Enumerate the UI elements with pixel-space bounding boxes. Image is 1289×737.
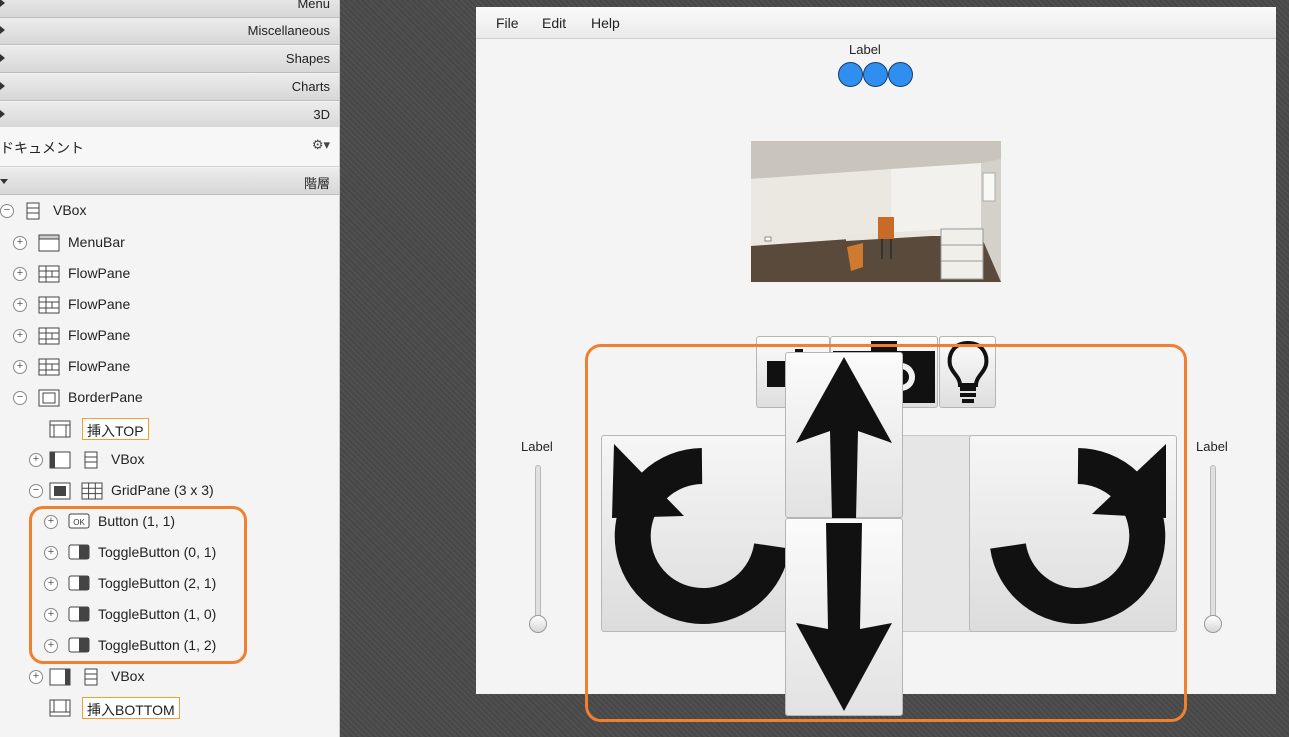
tree-item-vbox-root[interactable]: − VBox: [0, 196, 339, 226]
borderpane-bottom-icon: [49, 699, 71, 717]
flowpane-icon: [38, 358, 60, 376]
borderpane-right-icon: [49, 668, 71, 686]
tree-label: VBox: [111, 451, 145, 467]
section-label: Shapes: [285, 51, 330, 66]
library-section-miscellaneous[interactable]: Miscellaneous: [0, 18, 339, 45]
tree-label: MenuBar: [68, 234, 125, 250]
insert-top-placeholder[interactable]: 挿入TOP: [82, 418, 149, 440]
tree-label: BorderPane: [68, 389, 143, 405]
collapse-icon[interactable]: −: [0, 204, 14, 218]
tree-item-flowpane[interactable]: + FlowPane: [0, 352, 339, 382]
menu-file[interactable]: File: [496, 15, 519, 31]
document-title: ドキュメント: [0, 140, 84, 156]
tree-item-gridpane[interactable]: − GridPane (3 x 3): [0, 476, 339, 506]
circle-indicator: [838, 62, 863, 87]
menu-edit[interactable]: Edit: [542, 15, 566, 31]
tree-label: VBox: [53, 202, 87, 218]
library-section-menu[interactable]: Menu: [0, 0, 339, 18]
vbox-icon: [26, 202, 40, 220]
circle-indicator: [888, 62, 913, 87]
collapse-icon[interactable]: −: [29, 484, 43, 498]
menubar-icon: [38, 234, 60, 252]
document-header: ドキュメント ⚙▾: [0, 127, 339, 167]
top-label: Label: [849, 42, 881, 57]
collapse-arrow-icon: [0, 179, 8, 184]
flowpane-icon: [38, 265, 60, 283]
flowpane-icon: [38, 296, 60, 314]
menu-bar: File Edit Help: [476, 7, 1276, 39]
expand-arrow-icon: [0, 26, 5, 34]
expand-icon[interactable]: +: [13, 329, 27, 343]
tree-label: FlowPane: [68, 358, 131, 374]
expand-arrow-icon: [0, 110, 5, 118]
collapse-icon[interactable]: −: [13, 391, 27, 405]
tree-item-flowpane[interactable]: + FlowPane: [0, 259, 339, 289]
gridpane-icon: [81, 482, 103, 500]
tree-item-vbox-left[interactable]: + VBox: [0, 445, 339, 475]
room-photo: [751, 141, 1001, 282]
expand-icon[interactable]: +: [13, 267, 27, 281]
tree-item-borderpane[interactable]: − BorderPane: [0, 383, 339, 413]
expand-icon[interactable]: +: [13, 236, 27, 250]
circle-indicator: [863, 62, 888, 87]
menu-help[interactable]: Help: [591, 15, 620, 31]
section-label: Charts: [291, 79, 330, 94]
tree-label: FlowPane: [68, 296, 131, 312]
library-section-3d[interactable]: 3D: [0, 102, 339, 129]
right-slider-label: Label: [1196, 439, 1228, 454]
insert-bottom-placeholder[interactable]: 挿入BOTTOM: [82, 697, 180, 719]
section-label: 3D: [313, 107, 330, 122]
right-slider-thumb[interactable]: [1204, 615, 1222, 633]
borderpane-left-icon: [49, 451, 71, 469]
gear-icon[interactable]: ⚙▾: [312, 137, 330, 153]
expand-icon[interactable]: +: [29, 670, 43, 684]
left-slider-thumb[interactable]: [529, 615, 547, 633]
tree-item-flowpane[interactable]: + FlowPane: [0, 321, 339, 351]
section-label: Menu: [297, 0, 330, 11]
borderpane-center-icon: [49, 482, 71, 500]
expand-icon[interactable]: +: [29, 453, 43, 467]
library-section-charts[interactable]: Charts: [0, 74, 339, 101]
expand-arrow-icon: [0, 82, 5, 90]
tree-item-menubar[interactable]: + MenuBar: [0, 228, 339, 258]
section-label: Miscellaneous: [247, 23, 330, 38]
hierarchy-header[interactable]: 階層: [0, 168, 339, 195]
tree-item-vbox-right[interactable]: + VBox: [0, 662, 339, 692]
flowpane-icon: [38, 327, 60, 345]
expand-arrow-icon: [0, 0, 5, 7]
tree-label: GridPane (3 x 3): [111, 482, 214, 498]
expand-icon[interactable]: +: [13, 360, 27, 374]
left-panel: Menu Miscellaneous Shapes Charts 3D ドキュメ…: [0, 0, 340, 737]
vbox-icon: [84, 668, 98, 686]
tree-label: FlowPane: [68, 265, 131, 281]
tree-label: FlowPane: [68, 327, 131, 343]
left-slider-label: Label: [521, 439, 553, 454]
tree-item-flowpane[interactable]: + FlowPane: [0, 290, 339, 320]
selection-highlight: [29, 506, 247, 664]
tree-item-insert-top[interactable]: 挿入TOP: [0, 414, 339, 444]
expand-icon[interactable]: +: [13, 298, 27, 312]
expand-arrow-icon: [0, 54, 5, 62]
tree-item-insert-bottom[interactable]: 挿入BOTTOM: [0, 693, 339, 723]
library-section-shapes[interactable]: Shapes: [0, 46, 339, 73]
right-slider-track[interactable]: [1210, 465, 1216, 625]
borderpane-icon: [38, 389, 60, 407]
vbox-icon: [84, 451, 98, 469]
hierarchy-label: 階層: [303, 176, 330, 191]
selection-highlight: [585, 344, 1187, 722]
borderpane-top-icon: [49, 420, 71, 438]
tree-label: VBox: [111, 668, 145, 684]
left-slider-track[interactable]: [535, 465, 541, 625]
